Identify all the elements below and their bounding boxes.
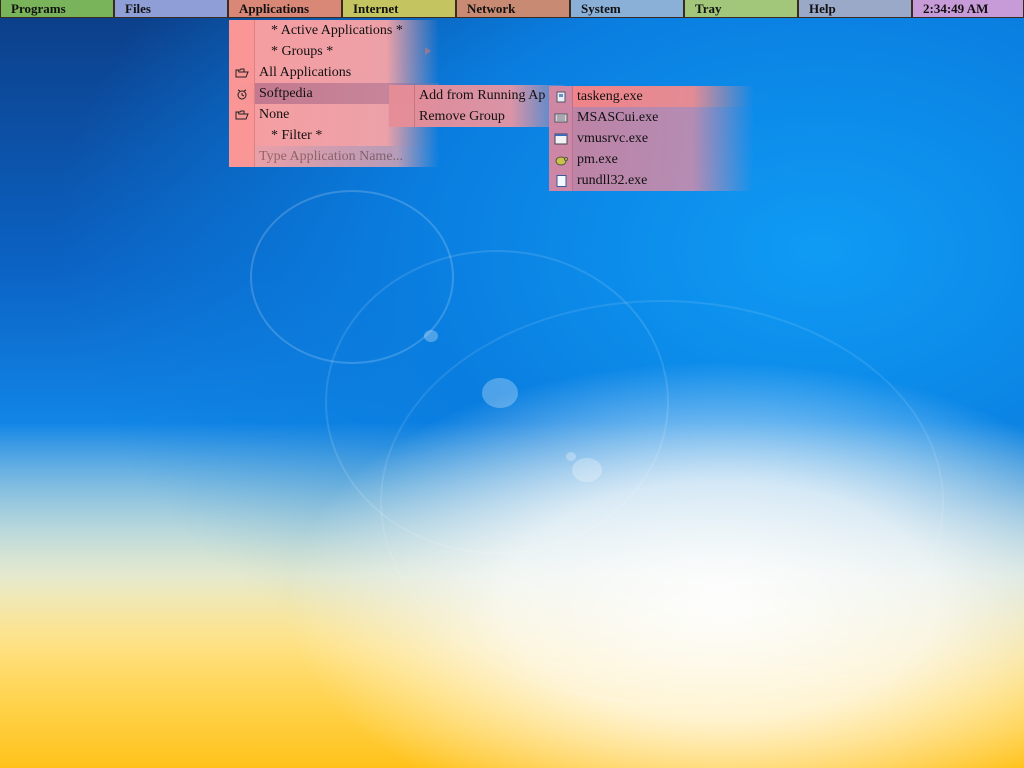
- running-app-label: rundll32.exe: [577, 173, 648, 188]
- menu-gutter: [229, 41, 255, 62]
- menu-system[interactable]: System: [570, 0, 684, 18]
- running-app-item[interactable]: vmusrvc.exe: [549, 128, 754, 149]
- menu-help[interactable]: Help: [798, 0, 912, 18]
- document-icon: [549, 170, 573, 191]
- running-app-item[interactable]: taskeng.exe: [549, 86, 754, 107]
- menu-programs[interactable]: Programs: [0, 0, 114, 18]
- running-app-label: pm.exe: [577, 152, 618, 167]
- window-app-icon: [549, 128, 573, 149]
- filter-header: * Filter *: [229, 125, 439, 146]
- add-from-running-item[interactable]: Add from Running Ap: [389, 85, 564, 106]
- turtle-icon: [549, 149, 573, 170]
- clock[interactable]: 2:34:49 AM: [912, 0, 1024, 18]
- defender-icon: [549, 107, 573, 128]
- running-app-item[interactable]: MSASCui.exe: [549, 107, 754, 128]
- running-app-label: MSASCui.exe: [577, 110, 659, 125]
- menu-gutter: [389, 85, 415, 106]
- application-search-row: [229, 146, 439, 167]
- alarm-clock-icon: [229, 83, 255, 104]
- menu-gutter: [229, 125, 255, 146]
- folder-open-icon: [229, 62, 255, 83]
- all-applications-item[interactable]: All Applications: [229, 62, 439, 83]
- all-applications-label: All Applications: [259, 65, 352, 80]
- groups-item[interactable]: * Groups *: [229, 41, 439, 62]
- task-scheduler-icon: [549, 86, 573, 107]
- none-label: None: [259, 107, 290, 122]
- menu-network[interactable]: Network: [456, 0, 570, 18]
- wallpaper-ring: [380, 300, 944, 704]
- softpedia-label: Softpedia: [259, 86, 313, 101]
- group-submenu: Add from Running Ap Remove Group: [389, 85, 564, 127]
- remove-group-label: Remove Group: [419, 109, 505, 124]
- menu-tray[interactable]: Tray: [684, 0, 798, 18]
- active-applications-header: * Active Applications *: [229, 20, 439, 41]
- menu-gutter: [389, 106, 415, 127]
- groups-label: * Groups *: [271, 44, 334, 59]
- running-app-item[interactable]: rundll32.exe: [549, 170, 754, 191]
- wallpaper-bokeh: [482, 378, 518, 408]
- running-applications-menu: taskeng.exe MSASCui.exe vmusrvc.exe pm.e…: [549, 86, 754, 191]
- wallpaper-bokeh: [424, 330, 438, 342]
- running-app-label: vmusrvc.exe: [577, 131, 649, 146]
- filter-label: * Filter *: [271, 128, 323, 143]
- submenu-arrow-icon: [425, 47, 431, 55]
- menu-internet[interactable]: Internet: [342, 0, 456, 18]
- menu-applications[interactable]: Applications: [228, 0, 342, 18]
- running-app-item[interactable]: pm.exe: [549, 149, 754, 170]
- top-menu-bar: Programs Files Applications Internet Net…: [0, 0, 1024, 18]
- wallpaper-bokeh: [572, 458, 602, 482]
- application-search-input[interactable]: [255, 147, 436, 166]
- menu-files[interactable]: Files: [114, 0, 228, 18]
- add-from-running-label: Add from Running Ap: [419, 88, 546, 103]
- remove-group-item[interactable]: Remove Group: [389, 106, 564, 127]
- wallpaper-bokeh: [566, 452, 576, 461]
- running-app-label: taskeng.exe: [577, 89, 643, 104]
- active-applications-label: * Active Applications *: [271, 23, 403, 38]
- folder-open-icon: [229, 104, 255, 125]
- menu-gutter: [229, 146, 255, 167]
- menu-gutter: [229, 20, 255, 41]
